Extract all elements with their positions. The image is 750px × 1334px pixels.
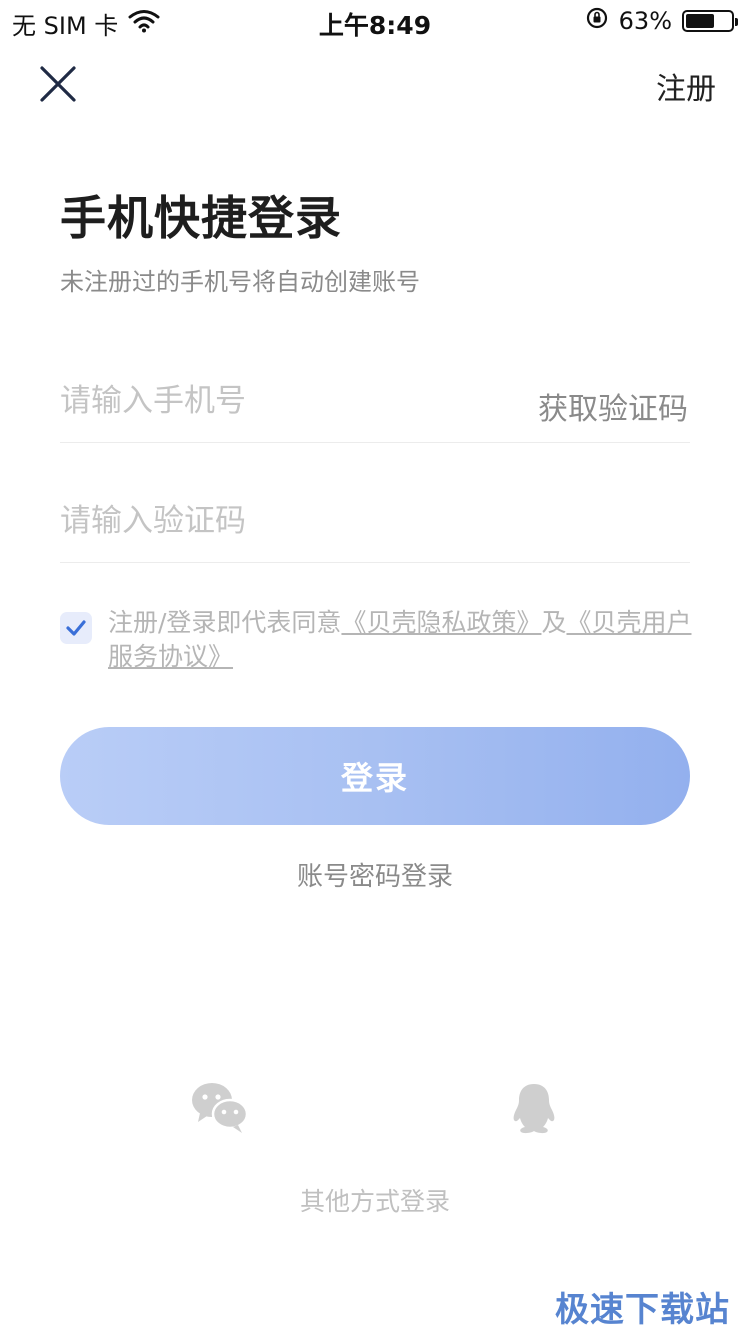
other-login-label: 其他方式登录 [299, 1187, 450, 1216]
qq-login-button[interactable] [504, 1080, 564, 1136]
privacy-policy-link[interactable]: 《贝壳隐私政策》 [341, 608, 541, 637]
battery-level [686, 14, 714, 28]
agreement-checkbox[interactable] [60, 612, 92, 644]
watermark: 极速下载站 [555, 1290, 730, 1330]
agreement-prefix: 注册/登录即代表同意 [108, 608, 342, 637]
status-right: 63% [585, 6, 738, 36]
battery-icon [682, 10, 738, 32]
wechat-login-button[interactable] [190, 1080, 250, 1136]
page-title: 手机快捷登录 [60, 191, 342, 245]
qq-icon [513, 1084, 555, 1134]
wechat-icon [192, 1083, 249, 1133]
password-login-link[interactable]: 账号密码登录 [297, 862, 453, 892]
code-field [60, 482, 690, 563]
register-link[interactable]: 注册 [656, 64, 716, 108]
battery-percent: 63% [618, 7, 672, 35]
rotation-lock-icon [585, 6, 609, 36]
close-button[interactable] [36, 62, 80, 106]
close-icon [40, 66, 76, 102]
page-subtitle: 未注册过的手机号将自动创建账号 [60, 268, 420, 296]
code-input[interactable] [60, 496, 480, 546]
check-icon [66, 620, 86, 636]
login-button[interactable]: 登录 [60, 727, 690, 825]
get-code-button[interactable]: 获取验证码 [538, 384, 688, 428]
password-login-row: 账号密码登录 [0, 856, 750, 893]
phone-input[interactable] [60, 376, 480, 426]
status-bar: 无 SIM 卡 上午8:49 63% [0, 0, 750, 40]
agreement-conjunction: 及 [541, 608, 567, 637]
phone-field: 获取验证码 [60, 362, 690, 443]
agreement-text: 注册/登录即代表同意《贝壳隐私政策》及《贝壳用户服务协议》 [108, 606, 698, 674]
